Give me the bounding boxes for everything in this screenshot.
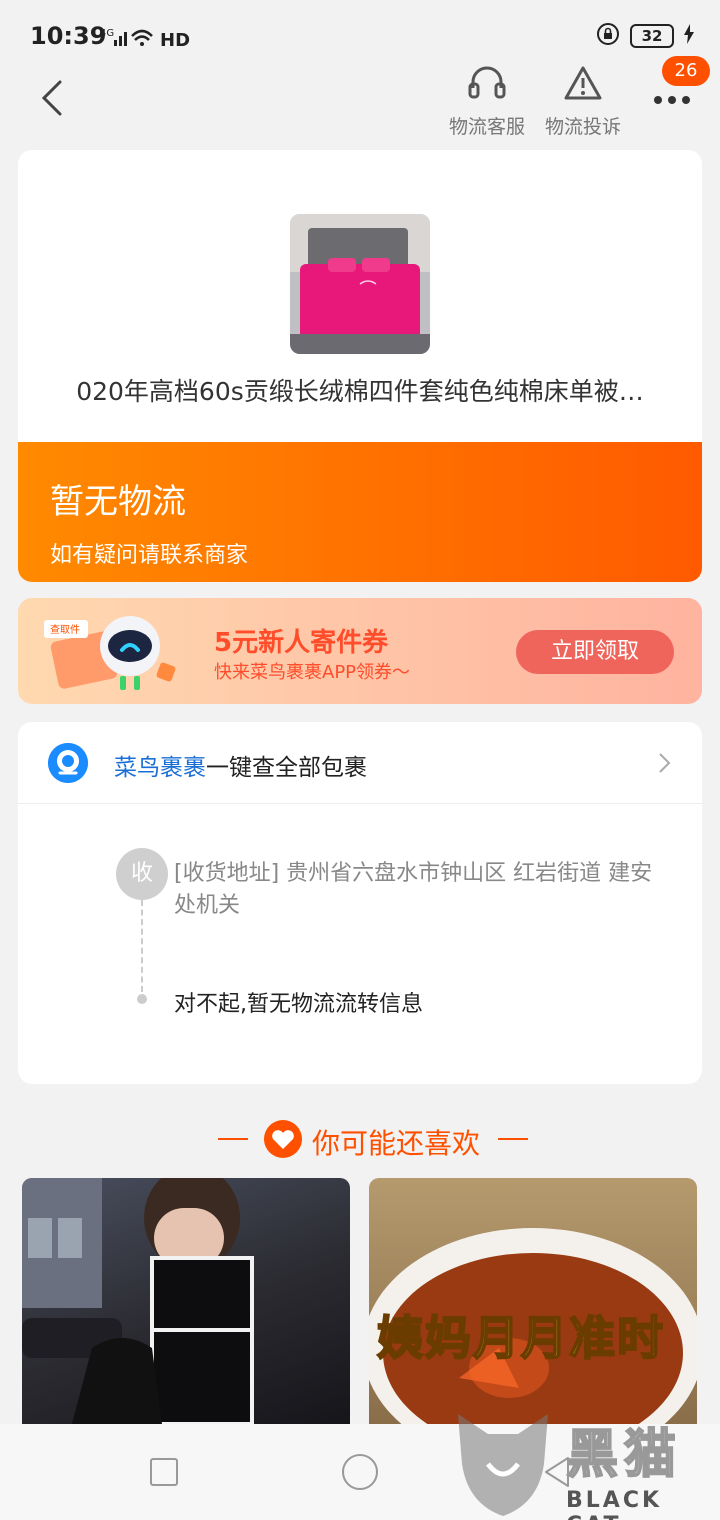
message-count-badge: 26 (662, 56, 710, 86)
no-tracking-info: 对不起,暂无物流流转信息 (174, 992, 423, 1017)
cainiao-link-suffix: 一键查全部包裹 (206, 755, 367, 781)
logistics-status-title: 暂无物流 (50, 482, 186, 522)
charging-icon (684, 24, 694, 48)
product-card: 020年高档60s贡缎长绒棉四件套纯色纯棉床单被… 暂无物流 如有疑问请联系商家 (18, 150, 702, 582)
delivery-address: [收货地址] 贵州省六盘水市钟山区 红岩街道 建安处机关 (174, 861, 653, 918)
status-time: 10:39 (30, 22, 107, 50)
cainiao-logo-icon (48, 743, 88, 783)
watermark-cn: 黑猫 (565, 1424, 683, 1486)
decor-line-left (218, 1138, 248, 1140)
home-button[interactable] (342, 1454, 378, 1490)
chevron-right-icon (654, 752, 674, 774)
timeline-dot (137, 994, 147, 1004)
blackcat-watermark: 黑猫 BLACK CAT (448, 1404, 720, 1520)
more-dots-icon (654, 96, 690, 104)
heart-icon (264, 1120, 302, 1158)
watermark-en: BLACK CAT (566, 1488, 663, 1520)
chevron-left-icon (41, 80, 62, 116)
coupon-title: 5元新人寄件券 (214, 628, 389, 658)
recommend-title: 你可能还喜欢 (312, 1127, 481, 1160)
cainiao-brand: 菜鸟裹裹 (114, 755, 206, 781)
recommend-item-image[interactable]: 姨妈月月准时 (369, 1178, 697, 1424)
customer-service-button[interactable]: 物流客服 (442, 64, 532, 139)
tracking-card: 菜鸟裹裹一键查全部包裹 收 [收货地址] 贵州省六盘水市钟山区 红岩街道 建安处… (18, 722, 702, 1084)
hd-label: HD (160, 30, 191, 51)
svg-text:4G: 4G (100, 28, 114, 39)
complaint-button[interactable]: 物流投诉 (538, 64, 628, 139)
signal-icon: 4G (100, 26, 160, 53)
blackcat-logo-icon (458, 1414, 548, 1516)
recommend-header: 你可能还喜欢 (0, 1120, 720, 1160)
warning-icon (564, 66, 602, 100)
customer-service-label: 物流客服 (448, 116, 525, 138)
logistics-status-subtitle: 如有疑问请联系商家 (50, 543, 249, 568)
product-thumbnail[interactable] (290, 214, 430, 354)
svg-text:查取件: 查取件 (50, 623, 80, 636)
battery-indicator: 32 (630, 24, 674, 48)
back-button[interactable] (36, 78, 76, 118)
cainiao-mascot-illustration: 查取件 (38, 606, 188, 698)
logistics-status-banner: 暂无物流 如有疑问请联系商家 (18, 442, 702, 582)
complaint-label: 物流投诉 (544, 116, 621, 138)
coupon-banner[interactable]: 查取件 5元新人寄件券 快来菜鸟裹裹APP领券～ 立即领取 (18, 598, 702, 704)
cainiao-link-row[interactable]: 菜鸟裹裹一键查全部包裹 (18, 722, 702, 804)
page-header: 物流客服 物流投诉 26 (0, 56, 720, 144)
claim-coupon-button[interactable]: 立即领取 (516, 630, 674, 674)
timeline-connector (141, 900, 143, 992)
headset-icon (468, 66, 506, 99)
decor-line-right (498, 1138, 528, 1140)
recommend-item-image[interactable] (22, 1178, 350, 1424)
recommend-overlay-text: 姨妈月月准时 (376, 1310, 665, 1366)
product-title[interactable]: 020年高档60s贡缎长绒棉四件套纯色纯棉床单被… (18, 372, 702, 408)
cainiao-link-text: 菜鸟裹裹一键查全部包裹 (114, 748, 367, 782)
lock-rotation-icon (596, 22, 620, 50)
recents-button[interactable] (150, 1458, 178, 1486)
coupon-subtitle: 快来菜鸟裹裹APP领券～ (214, 662, 411, 683)
more-button[interactable] (652, 90, 692, 110)
receive-marker: 收 (116, 848, 168, 900)
